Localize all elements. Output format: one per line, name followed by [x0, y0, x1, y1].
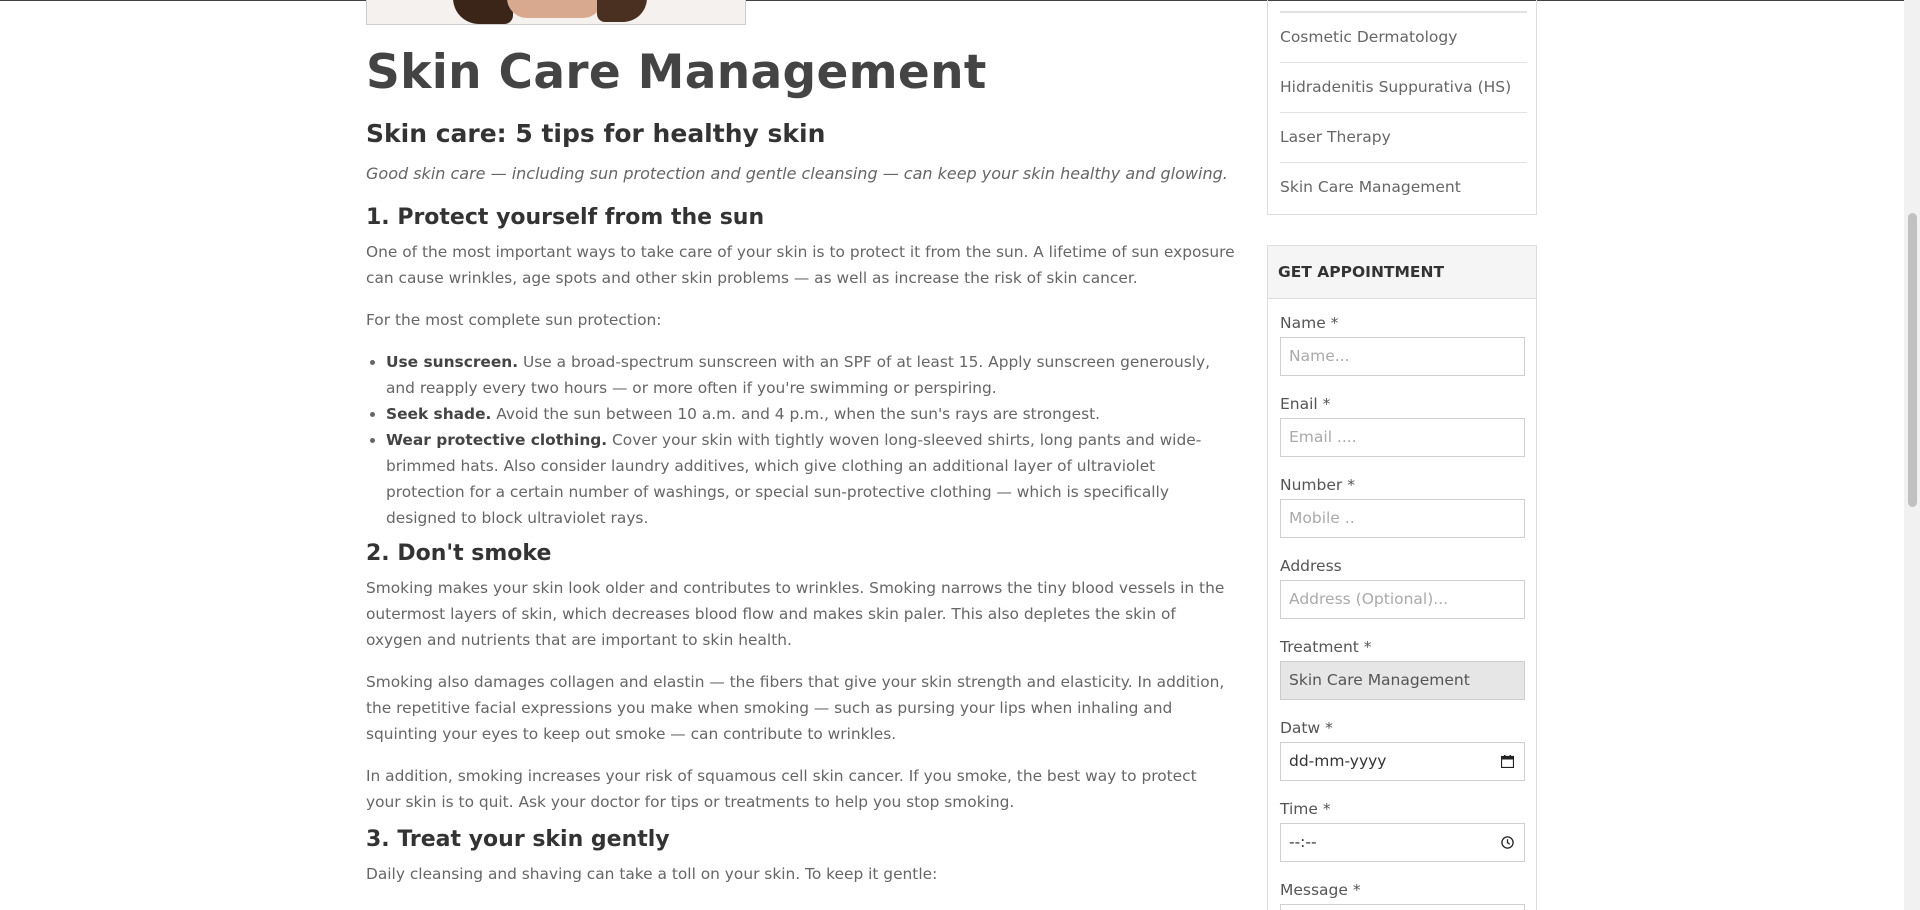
- email-label: Enail *: [1280, 395, 1331, 413]
- section-smoke-paragraph-2: Smoking also damages collagen and elasti…: [366, 673, 1225, 743]
- hero-image: [366, 0, 746, 25]
- sidebar-item-skin-care[interactable]: Skin Care Management: [1280, 162, 1527, 212]
- page-title: Skin Care Management: [366, 45, 987, 100]
- tip-text: Avoid the sun between 10 a.m. and 4 p.m.…: [491, 405, 1101, 423]
- sidebar-item-cosmetic-dermatology[interactable]: Cosmetic Dermatology: [1280, 12, 1527, 62]
- number-field[interactable]: Mobile ..: [1280, 499, 1525, 538]
- category-list: Cosmetic Dermatology Hidradenitis Suppur…: [1267, 0, 1537, 215]
- section-sun-paragraph: One of the most important ways to take c…: [366, 243, 1235, 287]
- message-label: Message *: [1280, 881, 1361, 899]
- section-heading-sun: 1. Protect yourself from the sun: [366, 205, 765, 230]
- section-gentle-paragraph: Daily cleansing and shaving can take a t…: [366, 865, 938, 883]
- top-border: [0, 0, 1904, 1]
- address-label: Address: [1280, 557, 1342, 575]
- treatment-field: Skin Care Management: [1280, 661, 1525, 700]
- section-smoke-paragraph-3: In addition, smoking increases your risk…: [366, 767, 1197, 811]
- date-field[interactable]: dd-mm-yyyy: [1280, 742, 1525, 781]
- page-scrollbar[interactable]: [1904, 0, 1920, 910]
- hero-hair-left: [453, 0, 513, 24]
- name-label: Name *: [1280, 314, 1339, 332]
- name-field[interactable]: Name...: [1280, 337, 1525, 376]
- tip-title: Wear protective clothing.: [386, 431, 608, 449]
- article-subtitle: Skin care: 5 tips for healthy skin: [366, 119, 826, 148]
- calendar-icon[interactable]: [1501, 755, 1514, 768]
- list-divider: [1280, 0, 1527, 12]
- sidebar-item-laser-therapy[interactable]: Laser Therapy: [1280, 112, 1527, 162]
- sun-tips-list: Use sunscreen. Use a broad-spectrum suns…: [386, 349, 1236, 531]
- clock-icon[interactable]: [1501, 836, 1514, 849]
- article: Skin Care Management Skin care: 5 tips f…: [366, 40, 1236, 887]
- tip-title: Seek shade.: [386, 405, 492, 423]
- number-label: Number *: [1280, 476, 1355, 494]
- section-sun-intro: For the most complete sun protection:: [366, 311, 662, 329]
- hero-face: [507, 0, 603, 18]
- sidebar-item-hidradenitis[interactable]: Hidradenitis Suppurativa (HS): [1280, 62, 1527, 112]
- email-field[interactable]: Email ....: [1280, 418, 1525, 457]
- appointment-form: GET APPOINTMENT Name * Name... Enail * E…: [1267, 245, 1537, 910]
- scrollbar-thumb[interactable]: [1908, 213, 1917, 507]
- treatment-label: Treatment *: [1280, 638, 1372, 656]
- section-smoke-paragraph-1: Smoking makes your skin look older and c…: [366, 579, 1225, 649]
- date-label: Datw *: [1280, 719, 1333, 737]
- time-label: Time *: [1280, 800, 1331, 818]
- appointment-heading: GET APPOINTMENT: [1268, 246, 1536, 299]
- hero-hair-right: [597, 0, 647, 22]
- list-item: Wear protective clothing. Cover your ski…: [386, 427, 1236, 531]
- section-heading-gentle: 3. Treat your skin gently: [366, 827, 670, 852]
- list-item: Seek shade. Avoid the sun between 10 a.m…: [386, 401, 1236, 427]
- address-field[interactable]: Address (Optional)...: [1280, 580, 1525, 619]
- message-field[interactable]: [1280, 904, 1525, 910]
- time-field[interactable]: --:--: [1280, 823, 1525, 862]
- article-lead: Good skin care — including sun protectio…: [366, 164, 1228, 183]
- time-field-value: --:--: [1289, 833, 1317, 851]
- list-item: Use sunscreen. Use a broad-spectrum suns…: [386, 349, 1236, 401]
- section-heading-smoke: 2. Don't smoke: [366, 541, 552, 566]
- date-field-value: dd-mm-yyyy: [1289, 752, 1387, 770]
- tip-title: Use sunscreen.: [386, 353, 519, 371]
